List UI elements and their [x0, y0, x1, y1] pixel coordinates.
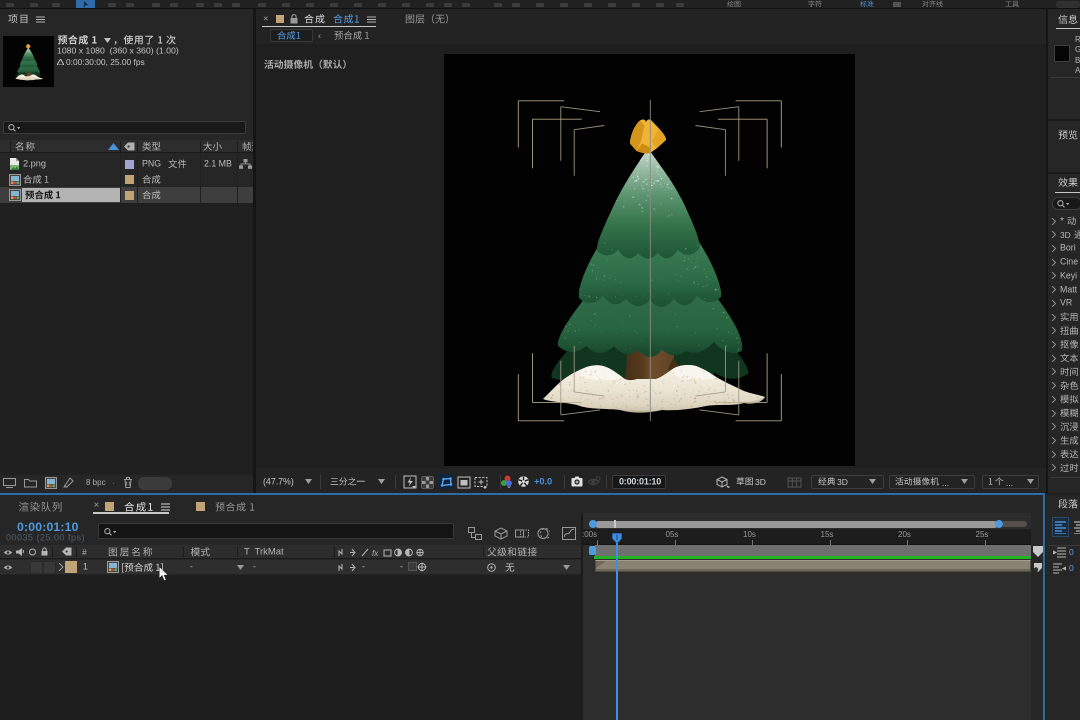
svg-text:fx: fx — [372, 549, 379, 557]
